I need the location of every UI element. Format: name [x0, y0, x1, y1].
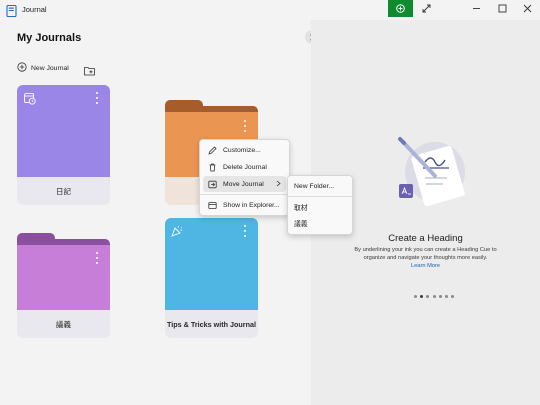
carousel-pager[interactable]	[414, 295, 455, 298]
submenu-item-folder[interactable]: 議義	[291, 215, 349, 231]
new-journal-label: New Journal	[31, 64, 69, 72]
pager-dot-active[interactable]	[420, 295, 424, 298]
submenu-item-new-folder[interactable]: New Folder...	[291, 178, 349, 194]
expand-button[interactable]	[413, 0, 439, 17]
journal-label: 日記	[17, 177, 110, 205]
pencil-icon	[207, 145, 217, 155]
menu-item-show-in-explorer[interactable]: Show in Explorer...	[203, 197, 286, 213]
page-title: My Journals	[17, 32, 82, 44]
more-options-icon[interactable]	[242, 225, 248, 237]
move-journal-submenu: New Folder... 取材 議義	[287, 175, 353, 235]
journal-card[interactable]: 日記	[17, 85, 110, 205]
menu-divider	[200, 194, 289, 195]
pager-dot[interactable]	[414, 295, 417, 298]
journal-card[interactable]: Tips & Tricks with Journal	[165, 218, 258, 338]
explorer-icon	[207, 200, 217, 210]
close-button[interactable]	[514, 0, 540, 17]
window-title: Journal	[22, 5, 47, 14]
expand-icon	[422, 0, 431, 18]
menu-item-customize[interactable]: Customize...	[203, 142, 286, 158]
menu-item-move-journal[interactable]: Move Journal	[203, 176, 286, 192]
new-folder-button[interactable]	[84, 63, 95, 76]
maximize-button[interactable]	[489, 0, 515, 17]
recent-journal-icon	[24, 92, 36, 110]
menu-item-delete-journal[interactable]: Delete Journal	[203, 159, 286, 175]
menu-divider	[288, 196, 352, 197]
more-options-icon[interactable]	[94, 252, 100, 264]
close-icon	[523, 0, 532, 18]
pen-mode-button[interactable]	[388, 0, 413, 17]
journal-context-menu: Customize... Delete Journal Move Journal…	[199, 139, 290, 216]
pager-dot[interactable]	[438, 295, 442, 298]
move-icon	[207, 179, 217, 189]
chevron-right-icon	[276, 180, 281, 189]
heading-illustration	[395, 132, 465, 217]
new-journal-button[interactable]: New Journal	[17, 62, 69, 74]
minimize-button[interactable]	[463, 0, 489, 17]
minimize-icon	[472, 0, 481, 18]
pager-dot[interactable]	[451, 295, 455, 298]
submenu-item-folder[interactable]: 取材	[291, 199, 349, 215]
more-options-icon[interactable]	[242, 120, 248, 132]
more-options-icon[interactable]	[94, 92, 100, 104]
title-bar: Journal	[0, 0, 540, 20]
journal-label: 議義	[17, 310, 110, 338]
journal-app-icon	[6, 4, 17, 18]
pager-dot[interactable]	[432, 295, 436, 298]
maximize-icon	[498, 0, 507, 18]
pen-icon	[396, 0, 405, 18]
learn-more-link[interactable]: Learn More	[311, 263, 540, 269]
add-circle-icon	[17, 62, 27, 74]
folder-add-icon	[84, 63, 95, 80]
journal-folder-card[interactable]: 議義	[17, 233, 110, 338]
party-popper-icon	[171, 224, 183, 242]
journal-label: Tips & Tricks with Journal	[165, 310, 258, 338]
pager-dot[interactable]	[426, 295, 430, 298]
pager-dot[interactable]	[444, 295, 448, 298]
trash-icon	[207, 162, 217, 172]
tip-description: By underlining your ink you can create a…	[354, 247, 497, 261]
